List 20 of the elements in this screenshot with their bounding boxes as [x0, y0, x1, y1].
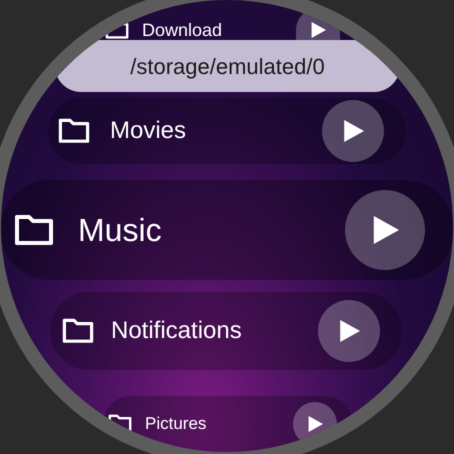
folder-name: Notifications	[111, 316, 243, 346]
folder-name: Pictures	[145, 413, 208, 436]
play-icon	[338, 320, 360, 342]
play-icon	[310, 22, 326, 38]
folder-name: Movies	[110, 116, 188, 146]
folder-name: Music	[78, 211, 163, 250]
folder-icon	[62, 318, 94, 344]
folder-item[interactable]: Movies	[48, 98, 406, 164]
folder-name: Download	[142, 21, 224, 39]
folder-item[interactable]: Notifications	[50, 292, 402, 370]
play-icon	[342, 120, 364, 142]
play-icon	[307, 416, 323, 432]
folder-icon	[58, 118, 90, 144]
folder-icon	[14, 214, 54, 246]
play-icon	[371, 216, 399, 244]
folder-item[interactable]: Pictures	[103, 396, 353, 452]
play-button[interactable]	[322, 100, 384, 162]
folder-item[interactable]: Download	[100, 8, 345, 40]
folder-item[interactable]: Music	[1, 180, 453, 280]
path-title: /storage/emulated/0	[130, 52, 325, 81]
